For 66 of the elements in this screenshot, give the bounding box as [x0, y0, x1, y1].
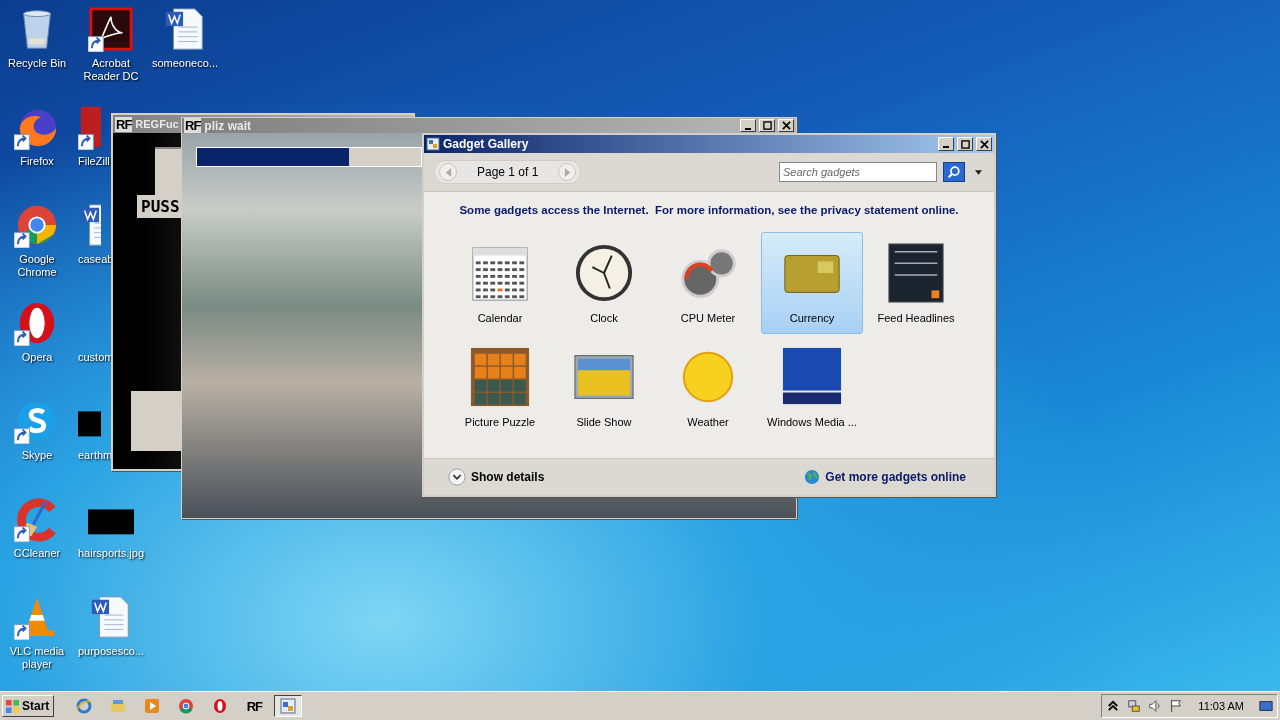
chevron-down-icon — [448, 468, 466, 486]
window-title: pliz wait — [204, 118, 251, 133]
left-arrow-icon — [444, 167, 452, 177]
taskbar-button[interactable]: RF — [240, 695, 269, 717]
news-screen-icon — [885, 242, 947, 304]
folder-icon — [110, 698, 127, 714]
letter-o-logo-icon — [212, 698, 229, 714]
play-icon — [144, 698, 161, 714]
windows-logo-icon — [5, 698, 20, 714]
get-more-gadgets-link[interactable]: Get more gadgets online — [804, 469, 966, 485]
app-logo: RF — [115, 116, 133, 132]
maximize-icon — [762, 121, 772, 130]
right-arrow-icon — [563, 167, 571, 177]
desktop-icon-label[interactable]: Acrobat Reader DC — [75, 57, 147, 83]
show-details-button[interactable]: Show details — [448, 468, 545, 486]
globe-icon — [804, 469, 821, 485]
maximize-button[interactable] — [759, 119, 775, 132]
square-app-icon[interactable] — [78, 104, 101, 150]
gadget-tile[interactable]: Calendar — [449, 232, 551, 334]
gadget-tile[interactable]: Currency — [761, 232, 863, 334]
show-hidden-icons-button[interactable] — [1106, 699, 1121, 713]
desktop-icon-label[interactable]: Opera — [21, 351, 53, 364]
gallery-app-icon — [426, 137, 440, 151]
gadget-tile[interactable]: Slide Show — [553, 336, 655, 438]
desktop-icon-label[interactable]: someoneco... — [151, 57, 218, 70]
minimize-icon — [745, 127, 751, 130]
start-button[interactable]: Start — [2, 695, 55, 717]
chrome-logo-icon — [178, 698, 195, 714]
minimize-button[interactable] — [938, 137, 954, 151]
close-button[interactable] — [778, 119, 794, 132]
minimize-icon — [943, 146, 949, 148]
gadget-tile[interactable]: Picture Puzzle — [449, 336, 551, 438]
page-indicator: Page 1 of 1 — [476, 165, 540, 179]
close-button[interactable] — [976, 137, 992, 151]
window-title: REGFuc — [135, 118, 179, 130]
show-desktop-button[interactable] — [1259, 699, 1273, 713]
search-icon — [947, 165, 961, 179]
gallery-window-icon — [280, 698, 297, 714]
close-icon — [979, 139, 989, 149]
browser-e-icon — [76, 698, 93, 714]
window-title: Gadget Gallery — [443, 137, 529, 151]
gadget-tile[interactable]: Windows Media ... — [761, 336, 863, 438]
gadget-tile[interactable]: Clock — [553, 232, 655, 334]
desktop-icon-label[interactable]: FileZill — [78, 155, 110, 168]
search-button[interactable] — [943, 162, 965, 182]
minimize-button[interactable] — [740, 119, 756, 132]
desktop-icon-label[interactable]: Google Chrome — [1, 253, 73, 279]
close-icon — [781, 121, 791, 130]
flag-icon[interactable] — [1169, 699, 1184, 713]
pdf-document-icon[interactable] — [88, 6, 134, 52]
caret-icon[interactable] — [975, 169, 982, 175]
maximize-icon — [960, 139, 970, 149]
maximize-button[interactable] — [957, 137, 973, 151]
search-field[interactable]: Search gadgets — [779, 162, 937, 182]
privacy-notice: Some gadgets access the Internet. For more information, see the privacy statement online. — [459, 204, 959, 216]
app-logo: RF — [184, 118, 202, 133]
desktop-icon-label[interactable]: Firefox — [20, 155, 54, 168]
taskbar-button[interactable] — [274, 695, 303, 717]
puzzle-grid-icon — [469, 346, 531, 408]
clock-icon — [573, 242, 635, 304]
clock[interactable]: 11:03 AM — [1198, 700, 1244, 712]
desktop-icon-label[interactable]: Recycle Bin — [7, 57, 67, 70]
gadget-tile[interactable]: Feed Headlines — [865, 232, 967, 334]
gadget-tile[interactable]: CPU Meter — [657, 232, 759, 334]
gadget-tile[interactable]: Weather — [657, 336, 759, 438]
network-icon[interactable] — [1127, 699, 1142, 713]
